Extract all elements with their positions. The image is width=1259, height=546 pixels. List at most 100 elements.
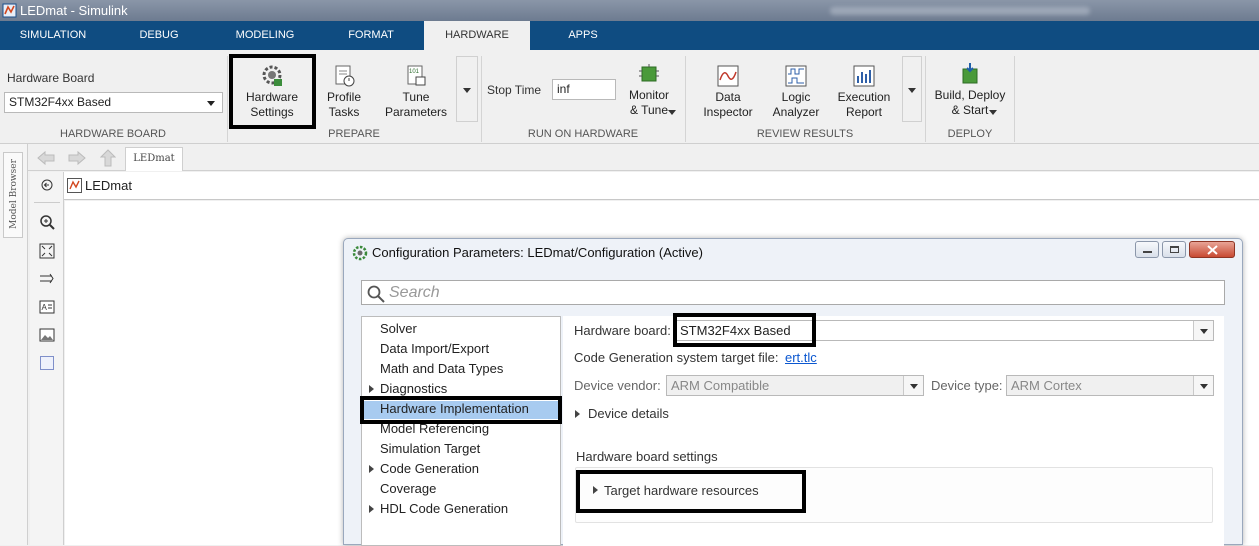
hide-explorer-icon[interactable] — [41, 179, 53, 191]
chevron-down-icon — [668, 110, 676, 115]
close-button[interactable] — [1189, 241, 1235, 258]
build-deploy-start-label-2: & Start — [951, 103, 989, 117]
minimize-button[interactable] — [1135, 241, 1159, 258]
profile-tasks-label-2: Tasks — [328, 105, 360, 119]
profile-tasks-button[interactable]: Profile Tasks — [318, 64, 370, 120]
target-file-link[interactable]: ert.tlc — [785, 350, 817, 365]
device-vendor-value: ARM Compatible — [671, 378, 770, 393]
group-label-review-results: REVIEW RESULTS — [756, 128, 854, 140]
target-file-label: Code Generation system target file: — [574, 350, 779, 365]
model-tab-ledmat[interactable]: LEDmat — [125, 147, 183, 171]
tab-apps[interactable]: APPS — [530, 21, 636, 50]
breadcrumb[interactable]: LEDmat — [85, 178, 132, 193]
tab-modeling[interactable]: MODELING — [212, 21, 318, 50]
monitor-tune-label-2: & Tune — [629, 103, 669, 117]
model-browser-toggle[interactable]: Model Browser — [3, 152, 23, 238]
expand-triangle-icon[interactable] — [369, 465, 374, 473]
tree-item-solver[interactable]: Solver — [380, 321, 417, 336]
tune-parameters-button[interactable]: 101 Tune Parameters — [383, 64, 449, 120]
data-inspector-button[interactable]: Data Inspector — [697, 64, 759, 120]
logic-analyzer-icon — [785, 65, 807, 87]
data-inspector-icon — [717, 65, 739, 87]
zoom-icon[interactable] — [39, 214, 55, 230]
annotation-icon[interactable]: A — [39, 299, 55, 315]
forward-arrow-icon[interactable] — [68, 150, 86, 166]
signal-arrow-icon[interactable] — [39, 271, 55, 287]
logic-analyzer-button[interactable]: Logic Analyzer — [767, 64, 825, 120]
monitor-tune-chip-icon — [639, 64, 659, 82]
tab-simulation[interactable]: SIMULATION — [0, 21, 106, 50]
svg-text:A: A — [42, 303, 48, 312]
device-type-value: ARM Cortex — [1011, 378, 1082, 393]
image-icon[interactable] — [39, 327, 55, 343]
tree-item-simulation-target[interactable]: Simulation Target — [380, 441, 480, 456]
minimize-icon — [1143, 251, 1152, 253]
group-label-deploy: DEPLOY — [947, 128, 993, 140]
fit-to-view-icon[interactable] — [39, 243, 55, 259]
execution-report-label-1: Execution — [837, 90, 891, 104]
model-browser-bar: Model Browser — [0, 144, 28, 545]
maximize-button[interactable] — [1162, 241, 1186, 258]
tree-item-math-data-types[interactable]: Math and Data Types — [380, 361, 503, 376]
config-gear-icon — [352, 245, 368, 261]
build-deploy-start-label-1: Build, Deploy — [934, 88, 1006, 102]
device-vendor-dropdown[interactable]: ARM Compatible — [666, 375, 924, 396]
breadcrumb-row: LEDmat — [64, 172, 1259, 200]
tree-item-coverage[interactable]: Coverage — [380, 481, 436, 496]
editor-nav-row: LEDmat — [28, 145, 1259, 171]
hardware-board-select[interactable]: STM32F4xx Based — [4, 92, 223, 113]
chevron-down-icon — [463, 88, 471, 93]
tree-item-code-generation[interactable]: Code Generation — [380, 461, 479, 476]
tune-parameters-label-1: Tune — [402, 90, 430, 104]
device-type-dropdown[interactable]: ARM Cortex — [1006, 375, 1214, 396]
device-type-label: Device type: — [931, 378, 1003, 393]
chevron-down-icon — [1200, 329, 1208, 334]
device-vendor-dropdown-arrow[interactable] — [903, 376, 923, 395]
close-icon — [1207, 245, 1218, 255]
ribbon-tab-strip: SIMULATION DEBUG MODELING FORMAT HARDWAR… — [0, 21, 1259, 50]
device-type-dropdown-arrow[interactable] — [1193, 376, 1213, 395]
tree-item-hdl-code-generation[interactable]: HDL Code Generation — [380, 501, 508, 516]
review-results-more-button[interactable] — [902, 56, 922, 122]
search-input[interactable]: Search — [361, 280, 1225, 305]
tab-format[interactable]: FORMAT — [318, 21, 424, 50]
execution-report-label-2: Report — [845, 105, 883, 119]
execution-report-icon — [853, 65, 875, 87]
logic-analyzer-label-1: Logic — [781, 90, 811, 104]
up-arrow-icon[interactable] — [100, 149, 116, 167]
hardware-board-dropdown-arrow[interactable] — [1193, 321, 1213, 340]
tab-debug[interactable]: DEBUG — [106, 21, 212, 50]
tool-divider — [34, 202, 60, 203]
tree-item-data-import-export[interactable]: Data Import/Export — [380, 341, 489, 356]
stop-time-input[interactable]: inf — [552, 79, 616, 100]
prepare-more-button[interactable] — [456, 56, 478, 122]
build-deploy-start-button[interactable]: Build, Deploy & Start — [930, 62, 1010, 118]
execution-report-button[interactable]: Execution Report — [833, 64, 895, 120]
area-icon[interactable] — [40, 356, 54, 370]
hardware-board-label: Hardware board: — [574, 323, 671, 338]
tree-item-diagnostics[interactable]: Diagnostics — [380, 381, 447, 396]
device-vendor-label: Device vendor: — [574, 378, 661, 393]
ribbon-separator — [1014, 56, 1015, 142]
device-details-toggle[interactable]: Device details — [588, 406, 669, 421]
svg-text:101: 101 — [409, 69, 420, 75]
tab-hardware[interactable]: HARDWARE — [424, 21, 530, 50]
chevron-down-icon — [1200, 384, 1208, 389]
expand-triangle-icon[interactable] — [575, 410, 580, 418]
back-arrow-icon[interactable] — [37, 150, 55, 166]
expand-triangle-icon[interactable] — [369, 385, 374, 393]
board-settings-heading: Hardware board settings — [576, 449, 718, 464]
monitor-tune-label-1: Monitor — [628, 88, 669, 102]
chevron-down-icon — [207, 101, 215, 106]
chevron-down-icon — [989, 110, 997, 115]
group-label-run-on-hardware: RUN ON HARDWARE — [527, 128, 639, 140]
hardware-board-caption: Hardware Board — [7, 71, 95, 85]
title-bar: LEDmat - Simulink — [0, 0, 1259, 21]
search-placeholder: Search — [389, 284, 440, 301]
maximize-icon — [1170, 246, 1179, 253]
configuration-parameters-dialog: Configuration Parameters: LEDmat/Configu… — [343, 238, 1243, 546]
highlight-box — [576, 470, 806, 513]
expand-triangle-icon[interactable] — [369, 505, 374, 513]
simulink-app-icon — [2, 3, 17, 18]
monitor-tune-button[interactable]: Monitor & Tune — [620, 62, 678, 118]
